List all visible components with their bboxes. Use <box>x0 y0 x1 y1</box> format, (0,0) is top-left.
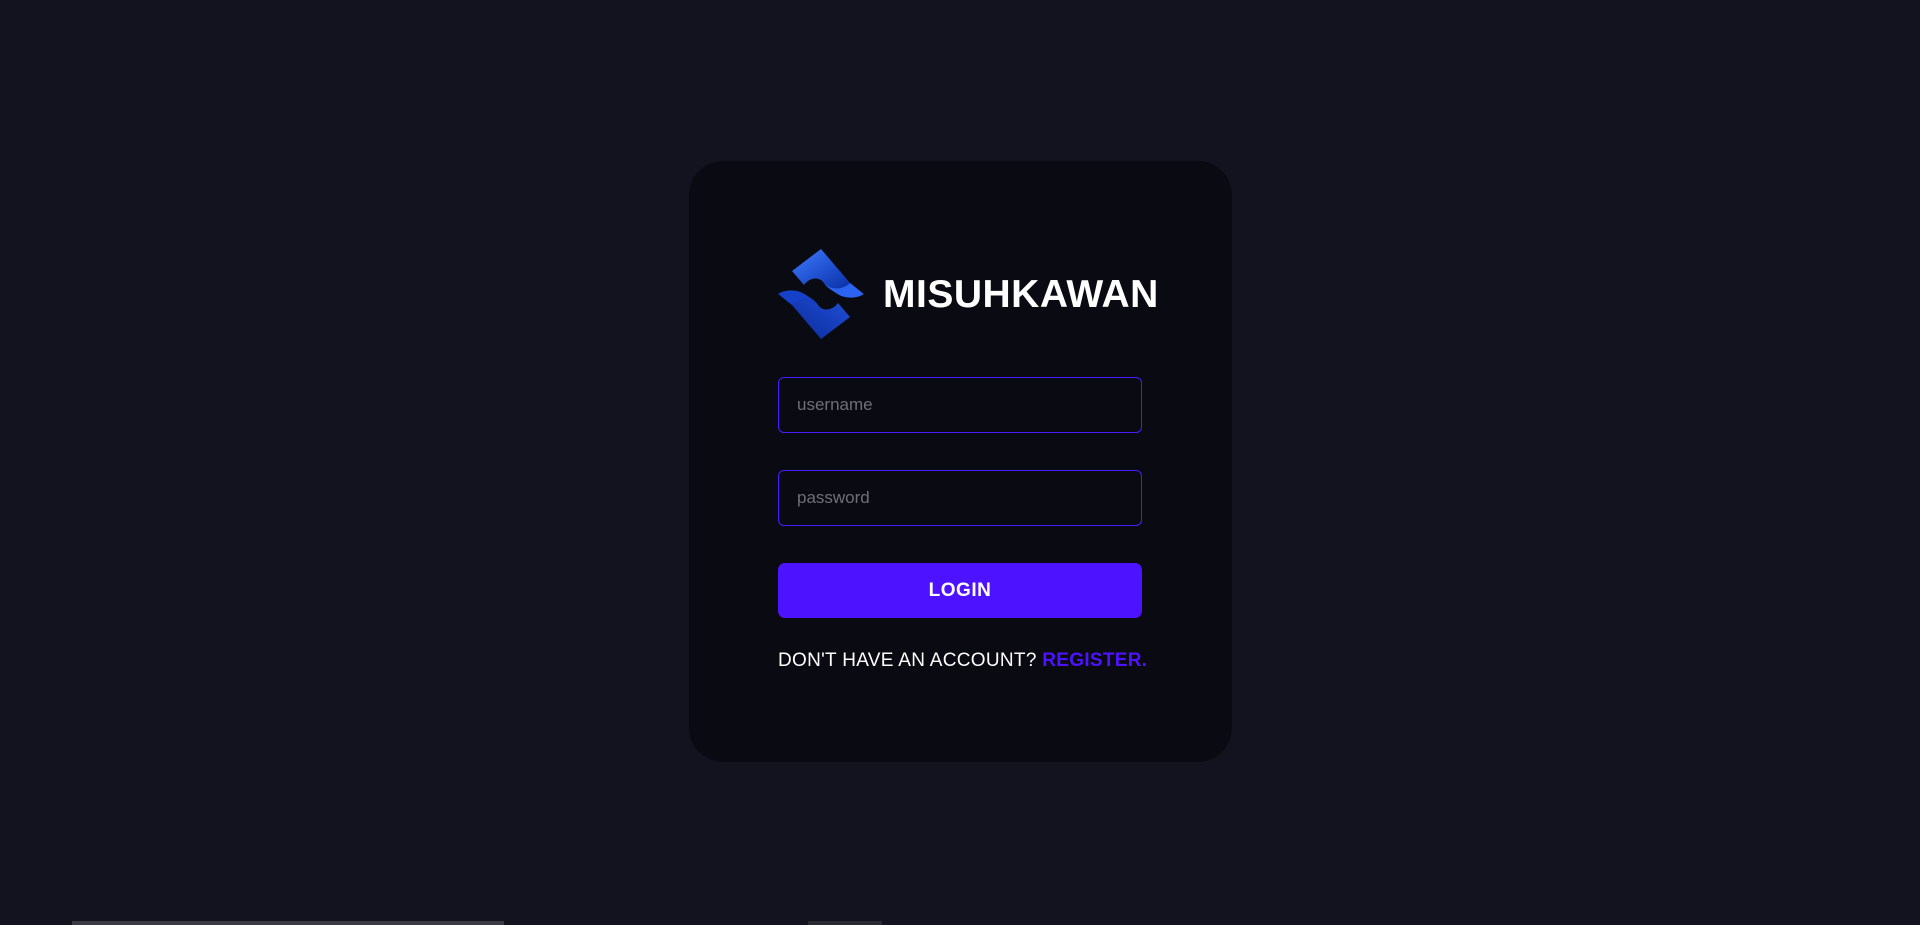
username-input[interactable] <box>778 377 1142 433</box>
login-button[interactable]: LOGIN <box>778 563 1142 618</box>
horizontal-scrollbar-marker <box>808 921 882 925</box>
login-card: MISUHKAWAN LOGIN DON'T HAVE AN ACCOUNT? … <box>689 161 1232 762</box>
brand-header: MISUHKAWAN <box>778 249 1159 339</box>
horizontal-scrollbar-thumb[interactable] <box>72 921 504 925</box>
brand-name: MISUHKAWAN <box>883 272 1159 316</box>
brand-logo-icon <box>778 249 864 339</box>
register-prompt-text: DON'T HAVE AN ACCOUNT? <box>778 650 1043 671</box>
login-page: MISUHKAWAN LOGIN DON'T HAVE AN ACCOUNT? … <box>0 0 1920 925</box>
register-link[interactable]: REGISTER. <box>1042 650 1147 671</box>
register-prompt-line: DON'T HAVE AN ACCOUNT? REGISTER. <box>778 650 1147 672</box>
password-input[interactable] <box>778 470 1142 526</box>
